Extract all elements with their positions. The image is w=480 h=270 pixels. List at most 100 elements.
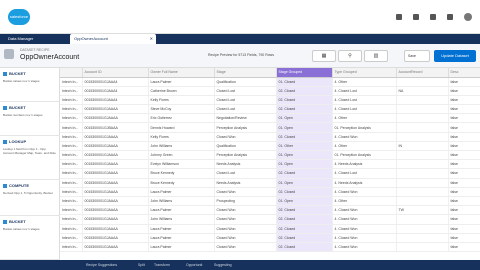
table-cell: Intech In... <box>60 242 83 253</box>
table-cell: false <box>448 196 480 207</box>
lookup-icon <box>3 139 7 144</box>
search-button[interactable]: ⚲ <box>338 50 362 62</box>
table-cell: 4. Closed Lost <box>332 86 397 96</box>
table-row[interactable]: Intech In... 0015300001GJAAAA Bruce Kenned… <box>60 178 480 188</box>
table-row[interactable]: Intech In... 0015300001GJAAAA Steve McCoy C… <box>60 104 480 115</box>
table-row[interactable]: Intech In... 0015300001GJAAAA Laura Palmer… <box>60 224 480 234</box>
table-cell: 4. Closed Won <box>332 214 397 225</box>
table-cell: 4. Needs Analysis <box>332 159 397 170</box>
footer-tab-split[interactable]: Split <box>138 260 145 270</box>
table-row[interactable]: Intech In... 0015300001GJAAAA Laura Palmer… <box>60 187 480 197</box>
table-cell: Intech In... <box>60 104 83 115</box>
help-icon[interactable] <box>413 14 419 20</box>
footer-tab-suggesting[interactable]: Suggesting <box>214 260 232 270</box>
column-header[interactable]: Owner Full Name <box>148 68 215 78</box>
table-cell: 0015300001GJAAAA <box>82 159 149 170</box>
table-cell: false <box>448 178 480 188</box>
table-cell: Closed Won <box>214 132 277 142</box>
column-header[interactable]: Stage Grouped <box>276 68 333 78</box>
table-cell <box>396 242 449 253</box>
table-cell: 0015300001GJAAAA <box>82 233 149 243</box>
table-cell: 01. Perception Analysis <box>332 122 397 133</box>
table-cell: 4. Closed Lost <box>332 95 397 106</box>
table-row[interactable]: Intech In... 0015300001GJBAAA Dennis Howar… <box>60 122 480 133</box>
table-cell: Laura Palmer <box>148 242 215 253</box>
node-lookup[interactable]: LOOKUP Lookup 1 field from Opp 1 - Opp A… <box>0 136 60 180</box>
table-cell: false <box>448 77 480 87</box>
table-cell: false <box>448 224 480 234</box>
table-cell: 01. Open <box>276 150 333 161</box>
column-header[interactable] <box>60 68 83 78</box>
table-cell: 02. Closed <box>276 132 333 142</box>
table-row[interactable]: Intech In... 0015300001GJAAAA Kelly Flores… <box>60 132 480 142</box>
settings-icon[interactable] <box>430 14 436 20</box>
table-cell: 0015300001GJBAAA <box>82 122 149 133</box>
table-cell: Qualification <box>214 77 277 87</box>
tab-label: OppOwnerAccount <box>74 36 108 41</box>
table-row[interactable]: Intech In... 0015300001GJAAA4 Catherine Br… <box>60 86 480 96</box>
update-dataset-button[interactable]: Update Dataset <box>434 50 476 62</box>
table-cell <box>396 95 449 106</box>
column-header[interactable]: Type Grouped <box>332 68 397 78</box>
table-cell: 01. Other <box>276 141 333 152</box>
table-row[interactable]: Intech In... 0015300001GJAAAA Laura Palmer… <box>60 205 480 216</box>
page-subtitle: DATASET RECIPE <box>20 48 50 52</box>
table-cell: Intech In... <box>60 187 83 197</box>
table-cell: 0015300001GJAAAA <box>82 113 149 124</box>
apps-grid-icon[interactable] <box>396 14 402 20</box>
table-row[interactable]: Intech In... 0015300001GJAAAA Eric Gutierr… <box>60 113 480 124</box>
table-cell: 02. Closed <box>276 86 333 96</box>
table-row[interactable]: Intech In... 0015300001GJAAAA Johnny Green… <box>60 150 480 161</box>
table-cell: Closed Won <box>214 233 277 243</box>
table-cell: 4. Other <box>332 196 397 207</box>
footer-tab-transform[interactable]: Transform <box>154 260 170 270</box>
node-bucket-1[interactable]: BUCKET Bucket values nov 1 stages <box>0 68 60 102</box>
table-cell: Intech In... <box>60 233 83 243</box>
column-header[interactable]: Account ID <box>82 68 149 78</box>
table-cell <box>396 77 449 87</box>
recipe-nodes-panel: BUCKET Bucket values nov 1 stages BUCKET… <box>0 68 60 260</box>
close-icon[interactable]: ✕ <box>150 34 153 44</box>
table-cell: 0015300001GJAAAA <box>82 168 149 179</box>
table-row[interactable]: Intech In... 0015300001GJAAAA Laura Palmer… <box>60 233 480 243</box>
column-header[interactable]: Stage <box>214 68 277 78</box>
table-cell: 4. Closed Won <box>332 132 397 142</box>
table-cell <box>396 104 449 115</box>
node-bucket-3[interactable]: BUCKET Bucket values nov 1 stages <box>0 216 60 260</box>
table-cell: false <box>448 205 480 216</box>
grid-view-button[interactable]: ▦ <box>312 50 336 62</box>
bell-icon[interactable] <box>447 14 453 20</box>
footer-tab-suggestions[interactable]: Recipe Suggestions <box>86 260 117 270</box>
table-row[interactable]: Intech In... 0015300001GJAAA4 Kelly Flores… <box>60 95 480 106</box>
table-cell: 0015300001GJAAA4 <box>82 86 149 96</box>
table-row[interactable]: Intech In... 0015300001GJAAAA Evelyn Willi… <box>60 159 480 170</box>
column-header[interactable]: AccountRecord <box>396 68 449 78</box>
table-cell: false <box>448 104 480 115</box>
table-cell: 02. Closed <box>276 168 333 179</box>
table-cell: 4. Other <box>332 113 397 124</box>
avatar[interactable] <box>464 13 472 21</box>
node-compute[interactable]: COMPUTE Derived Opp 1, 5 Opportunity, Bu… <box>0 180 60 216</box>
table-cell: Closed Won <box>214 214 277 225</box>
data-grid[interactable]: Account ID Owner Full Name Stage Stage Grou… <box>60 68 480 260</box>
column-header[interactable]: Desc <box>448 68 480 78</box>
table-cell <box>396 233 449 243</box>
table-cell: 01. Open <box>276 178 333 188</box>
node-bucket-2[interactable]: BUCKET Bucket numbers nov 1 stages <box>0 102 60 136</box>
table-cell: 0015300001GJAAAA <box>82 214 149 225</box>
save-select[interactable]: Save <box>404 50 430 62</box>
table-row[interactable]: Intech In... 0015300001GJAAA4 Laura Palmer… <box>60 77 480 87</box>
table-cell: Intech In... <box>60 132 83 142</box>
columns-button[interactable]: ▥ <box>364 50 388 62</box>
table-cell: Bruce Kennedy <box>148 168 215 179</box>
table-cell: 02. Closed <box>276 233 333 243</box>
table-row[interactable]: Intech In... 0015300001GJAAAA John William… <box>60 196 480 207</box>
table-row[interactable]: Intech In... 0015300001GJAAAA John William… <box>60 214 480 225</box>
table-row[interactable]: Intech In... 0015300001GJAAAA John William… <box>60 141 480 152</box>
node-description: Bucket values nov 1 stages <box>3 227 40 231</box>
tab-data-manager[interactable]: Data Manager <box>4 34 64 44</box>
footer-tab-opportunity[interactable]: Opportunit <box>186 260 202 270</box>
tab-oppowneraccount[interactable]: OppOwnerAccount ✕ <box>70 34 156 44</box>
table-row[interactable]: Intech In... 0015300001GJAAAA Laura Palmer… <box>60 242 480 253</box>
table-row[interactable]: Intech In... 0015300001GJAAAA Bruce Kenned… <box>60 168 480 179</box>
